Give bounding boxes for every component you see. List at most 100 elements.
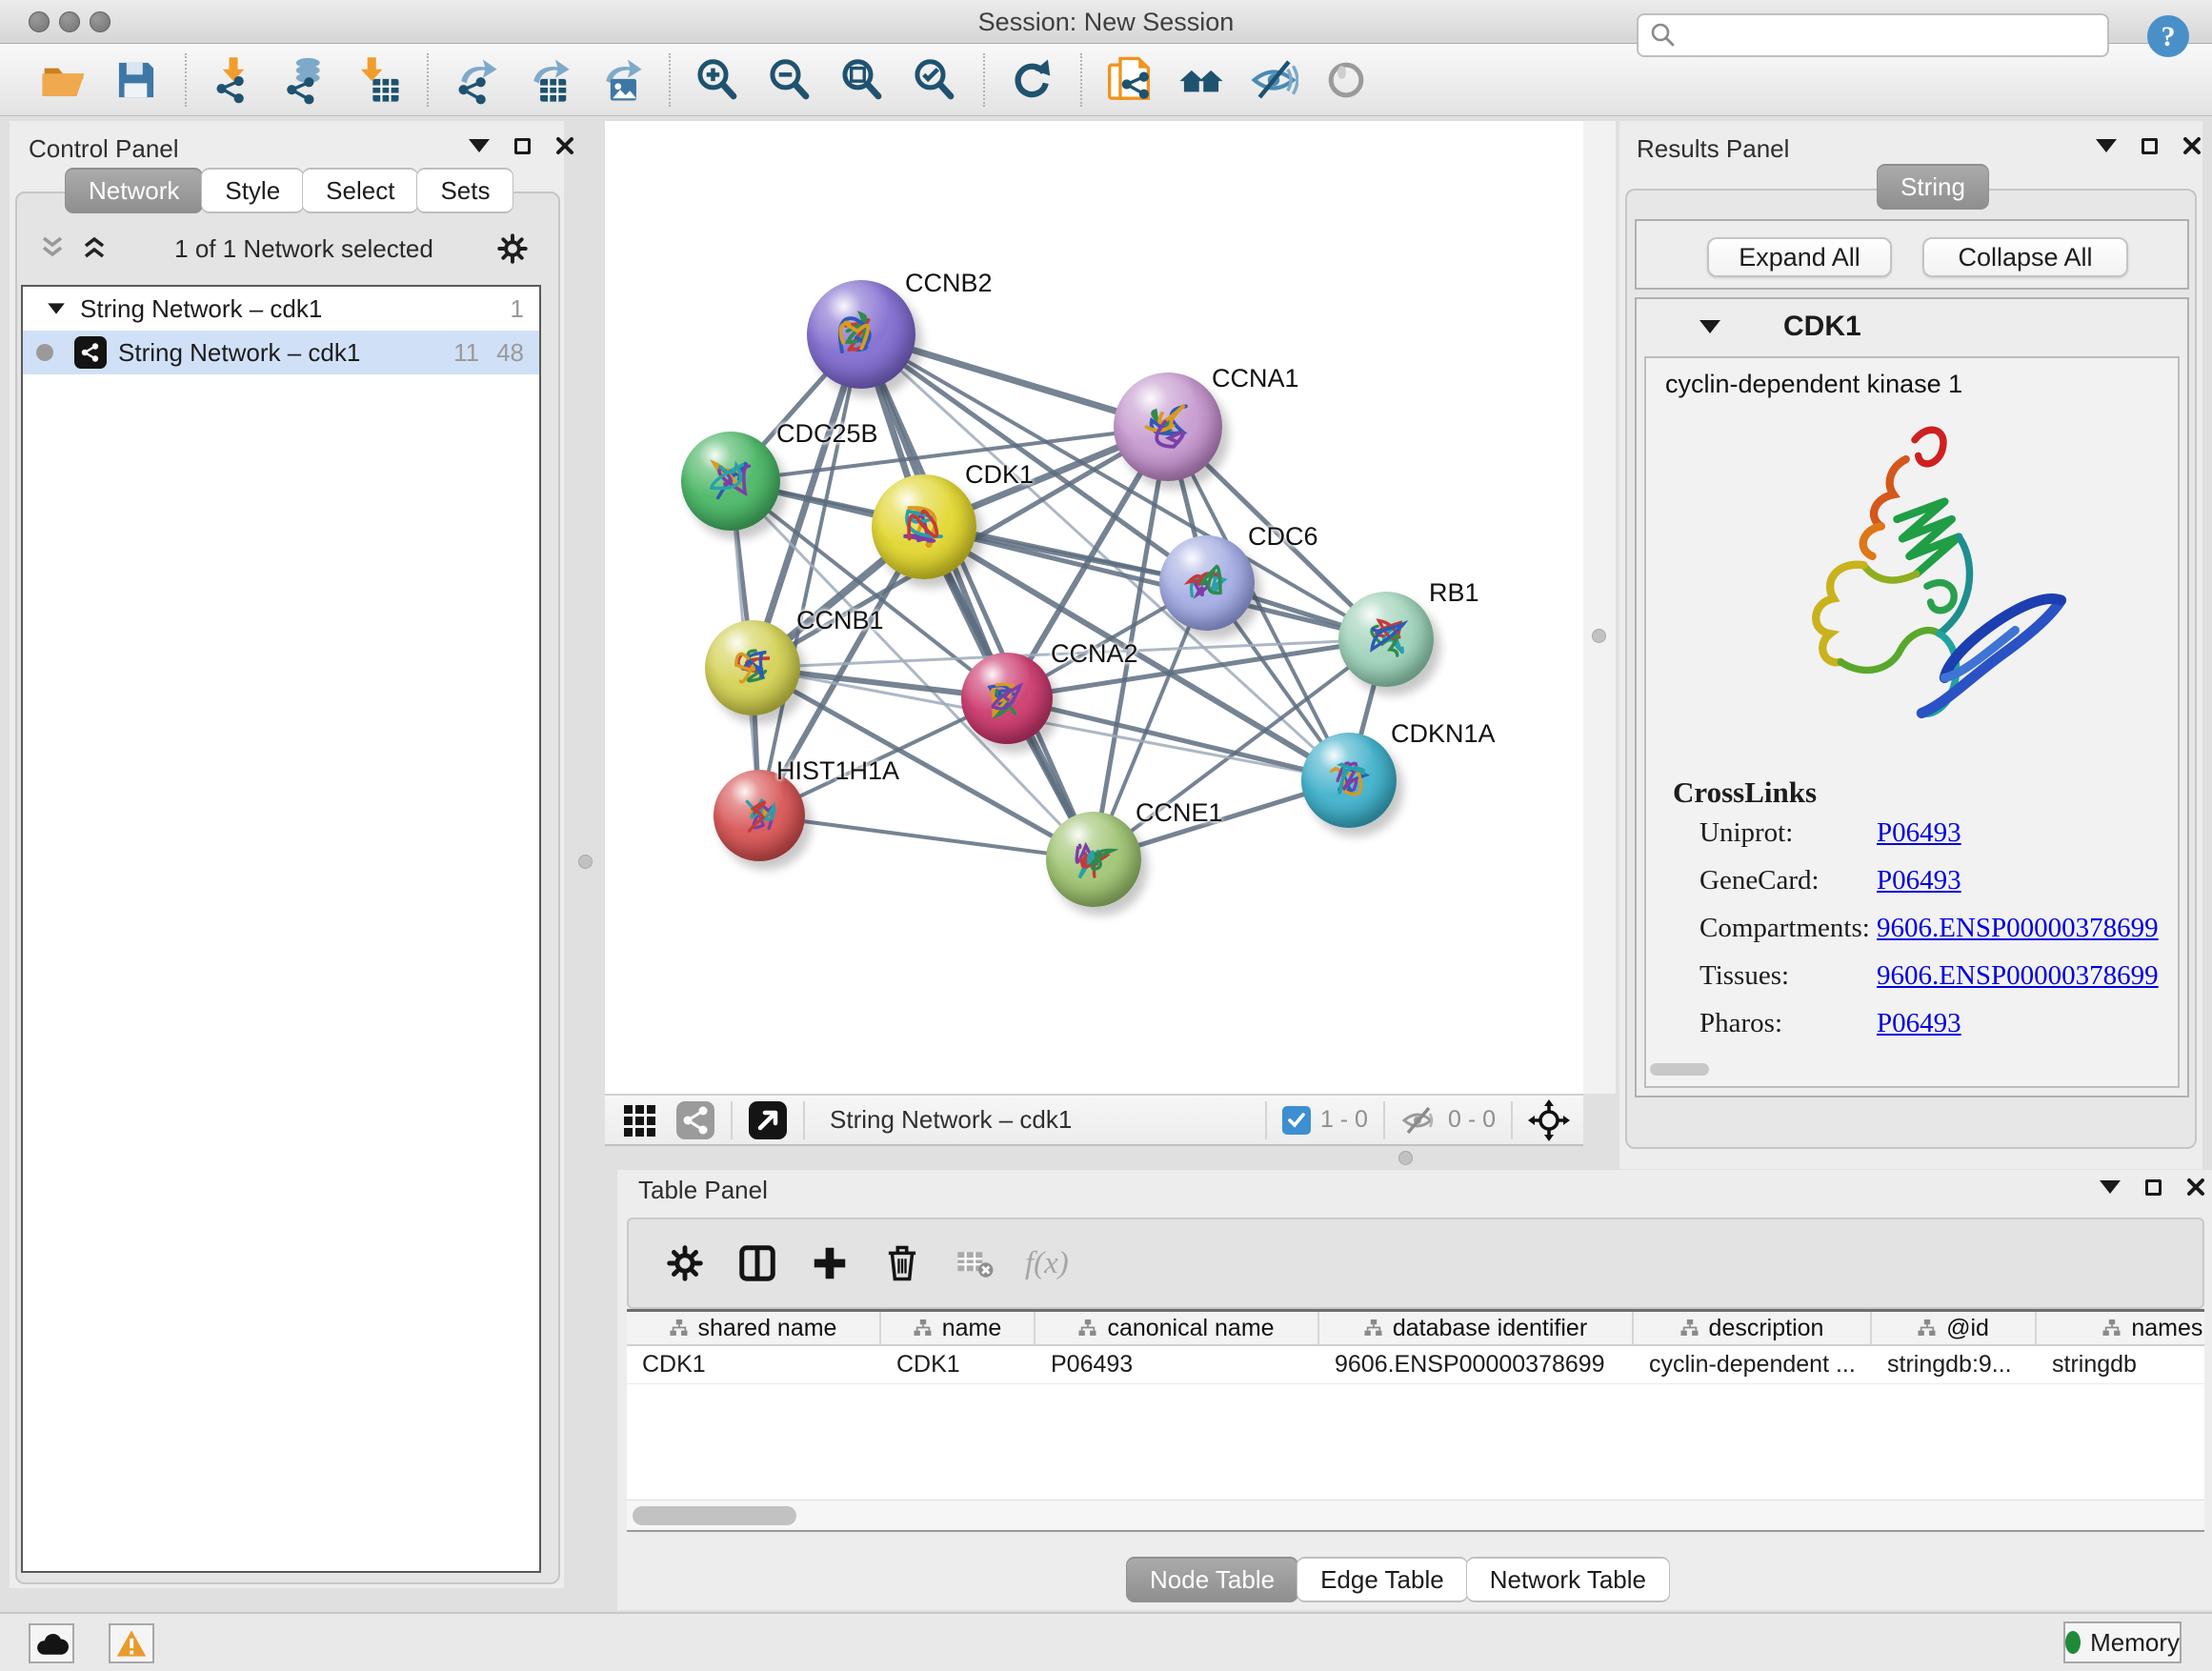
crosslink-link[interactable]: P06493 [1877, 1008, 2159, 1039]
results-scrollbar-thumb[interactable] [1650, 1063, 1709, 1076]
crosslink-link[interactable]: 9606.ENSP00000378699 [1877, 913, 2159, 944]
column-header-namespace[interactable]: namespace [2037, 1312, 2204, 1344]
hide-eye-button[interactable] [1244, 51, 1303, 109]
node-CDKN1A[interactable] [1301, 733, 1397, 828]
tab-node-table[interactable]: Node Table [1126, 1557, 1298, 1602]
string-panel-icon[interactable] [675, 1100, 715, 1140]
edge-HIST1H1A-CCNE1[interactable] [759, 815, 1094, 859]
node-RB1[interactable] [1338, 592, 1434, 687]
network-canvas[interactable]: CCNB2CCNA1CDC25BCDK1CDC6RB1CCNB1CCNA2CDK… [605, 121, 1583, 1094]
tab-edge-table[interactable]: Edge Table [1297, 1557, 1468, 1602]
crosslink-link[interactable]: P06493 [1877, 817, 2159, 849]
entry-collapse-icon[interactable] [1699, 320, 1720, 333]
bottom-splitter-handle[interactable] [1398, 1151, 1413, 1165]
export-network-button[interactable] [446, 51, 505, 109]
warnings-button[interactable] [109, 1623, 154, 1663]
edge-CCNB2-HIST1H1A[interactable] [759, 334, 861, 815]
zoom-out-button[interactable] [760, 51, 819, 109]
collapse-panel-icon[interactable] [2100, 1180, 2121, 1194]
open-folder-button[interactable] [34, 51, 93, 109]
tab-style[interactable]: Style [201, 168, 304, 213]
node-CCNE1[interactable] [1046, 812, 1141, 907]
table-header-row: shared namenamecanonical namedatabase id… [627, 1312, 2204, 1346]
float-panel-icon[interactable] [2145, 1179, 2162, 1196]
memory-button[interactable]: Memory [2063, 1621, 2182, 1663]
network-collection-row[interactable]: String Network – cdk1 1 [23, 287, 539, 331]
show-columns-button[interactable] [730, 1236, 785, 1291]
export-image-button[interactable] [591, 51, 650, 109]
cell[interactable]: cyclin-dependent ... [1634, 1351, 1872, 1379]
show-eye-button[interactable] [1317, 51, 1376, 109]
float-panel-icon[interactable] [2142, 138, 2158, 154]
cell[interactable]: P06493 [1036, 1351, 1319, 1379]
network-options-gear-icon[interactable] [497, 233, 528, 264]
home-button[interactable] [1172, 51, 1231, 109]
crosslink-link[interactable]: 9606.ENSP00000378699 [1877, 960, 2159, 992]
node-CCNB2[interactable] [807, 280, 915, 389]
create-column-button[interactable] [802, 1236, 857, 1291]
share-document-button[interactable] [1099, 51, 1158, 109]
delete-column-button[interactable] [875, 1236, 930, 1291]
gene-entry-header[interactable]: CDK1 [1637, 299, 2187, 354]
float-panel-icon[interactable] [514, 138, 531, 154]
search-input[interactable] [1686, 22, 2107, 50]
import-network-button[interactable] [204, 51, 263, 109]
network-row-selected[interactable]: String Network – cdk1 11 48 [23, 331, 539, 374]
table-row[interactable]: CDK1CDK1P064939606.ENSP00000378699cyclin… [627, 1346, 2204, 1384]
column-header-database-identifier[interactable]: database identifier [1319, 1312, 1634, 1344]
node-CDK1[interactable] [872, 474, 976, 579]
tab-network[interactable]: Network [65, 168, 203, 213]
table-options-button[interactable] [657, 1236, 713, 1291]
node-CCNA1[interactable] [1114, 372, 1222, 481]
close-panel-icon[interactable] [2186, 1178, 2205, 1197]
selected-checkbox[interactable] [1282, 1106, 1311, 1135]
tab-network-table[interactable]: Network Table [1466, 1557, 1670, 1602]
tab-string[interactable]: String [1877, 164, 1989, 210]
table-scrollbar-thumb[interactable] [633, 1506, 796, 1525]
column-header-shared-name[interactable]: shared name [627, 1312, 881, 1344]
crosslink-link[interactable]: P06493 [1877, 865, 2159, 896]
birds-eye-view-icon[interactable] [620, 1101, 658, 1139]
zoom-selected-button[interactable] [905, 51, 964, 109]
cell[interactable]: 9606.ENSP00000378699 [1319, 1351, 1634, 1379]
tab-sets[interactable]: Sets [416, 168, 513, 213]
table-h-scrollbar[interactable] [627, 1500, 2204, 1530]
tree-expand-icon[interactable] [48, 303, 65, 313]
crosslink-label: GeneCard: [1699, 865, 1877, 896]
tab-select[interactable]: Select [302, 168, 418, 213]
import-table-button[interactable] [349, 51, 408, 109]
node-CDC25B[interactable] [681, 432, 780, 531]
left-splitter-handle[interactable] [578, 855, 593, 869]
collapse-all-button[interactable]: Collapse All [1922, 237, 2128, 277]
column-header-name[interactable]: name [881, 1312, 1036, 1344]
collapse-panel-icon[interactable] [469, 139, 490, 152]
column-header-@id[interactable]: @id [1872, 1312, 2037, 1344]
column-header-canonical-name[interactable]: canonical name [1036, 1312, 1319, 1344]
node-CCNB1[interactable] [705, 620, 800, 715]
node-CDC6[interactable] [1159, 535, 1255, 631]
expand-all-button[interactable]: Expand All [1707, 237, 1892, 277]
node-CCNA2[interactable] [961, 653, 1053, 744]
collapse-panel-icon[interactable] [2096, 139, 2117, 152]
help-button[interactable]: ? [2145, 13, 2191, 59]
import-database-button[interactable] [276, 51, 335, 109]
cell[interactable]: stringdb [2037, 1351, 2204, 1379]
collapse-all-icon[interactable] [36, 234, 69, 263]
save-button[interactable] [107, 51, 166, 109]
refresh-button[interactable] [1002, 51, 1061, 109]
fit-content-icon[interactable] [1528, 1099, 1570, 1141]
cell[interactable]: stringdb:9... [1872, 1351, 2037, 1379]
close-panel-icon[interactable] [555, 136, 574, 155]
open-external-view-icon[interactable] [748, 1100, 788, 1140]
close-panel-icon[interactable] [2182, 136, 2202, 155]
right-splitter-handle[interactable] [1592, 629, 1606, 643]
cloud-button[interactable] [29, 1623, 74, 1663]
zoom-fit-button[interactable] [833, 51, 892, 109]
column-header-description[interactable]: description [1634, 1312, 1872, 1344]
cell[interactable]: CDK1 [627, 1351, 881, 1379]
right-splitter[interactable] [1583, 121, 1616, 1094]
export-table-button[interactable] [518, 51, 577, 109]
expand-all-icon[interactable] [78, 234, 111, 263]
zoom-in-button[interactable] [688, 51, 747, 109]
cell[interactable]: CDK1 [881, 1351, 1036, 1379]
